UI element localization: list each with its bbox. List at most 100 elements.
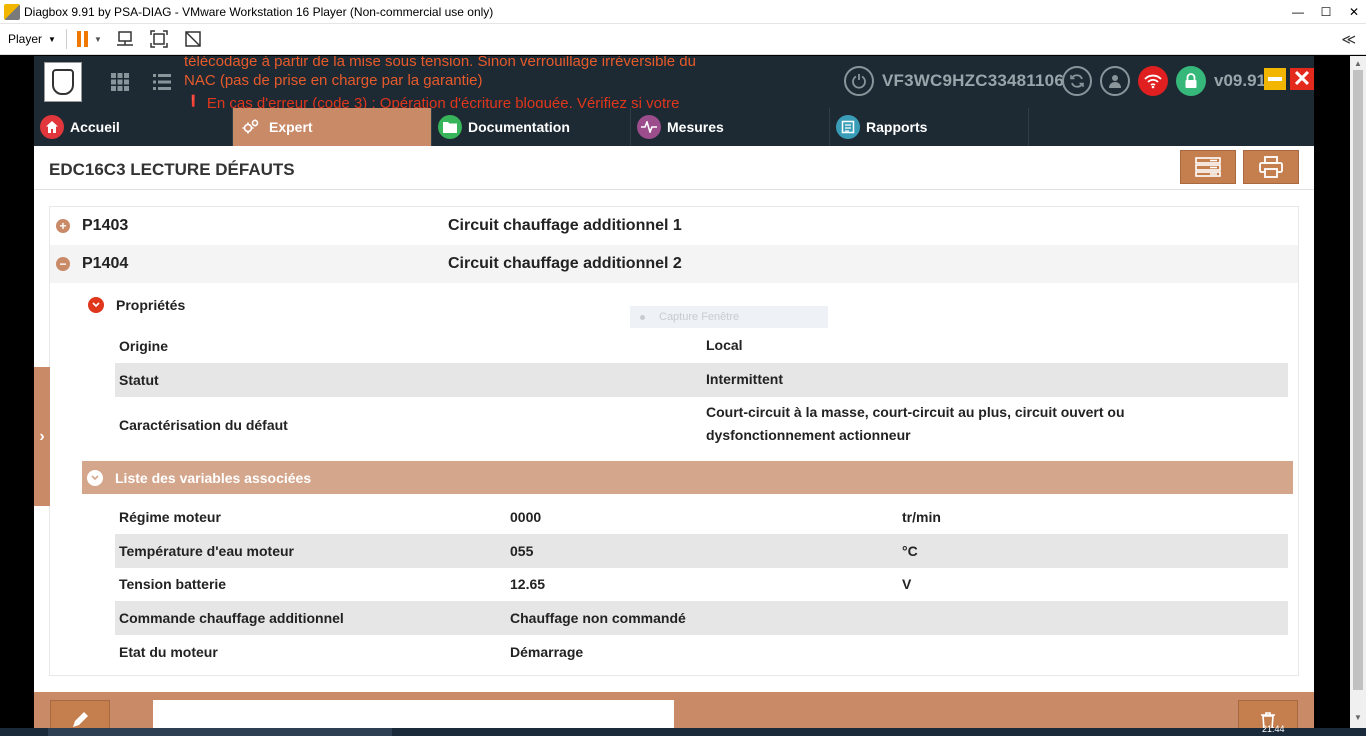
tab-accueil[interactable]: Accueil: [34, 108, 233, 146]
scroll-thumb[interactable]: [1353, 70, 1363, 690]
property-label: Statut: [119, 372, 159, 388]
variable-name: Régime moteur: [119, 509, 221, 525]
taskbar-clock: 21:44: [1262, 724, 1285, 734]
user-icon[interactable]: [1100, 66, 1130, 96]
header-message: télécodage à partir de la mise sous tens…: [184, 56, 804, 108]
send-ctrl-alt-del-icon[interactable]: [114, 28, 136, 50]
page-header: EDC16C3 LECTURE DÉFAUTS: [34, 146, 1314, 190]
app-minimize-button[interactable]: [1264, 68, 1286, 90]
grid-menu-icon[interactable]: [110, 72, 132, 94]
fault-code: P1403: [82, 217, 129, 234]
variable-row: Régime moteur 0000 tr/min: [115, 500, 1288, 534]
message-line: télécodage à partir de la mise sous tens…: [184, 56, 696, 70]
tab-label: Documentation: [468, 119, 570, 135]
power-icon[interactable]: [844, 66, 874, 96]
vm-scrollbar[interactable]: ▲ ▼: [1350, 56, 1366, 736]
guest-screen: télécodage à partir de la mise sous tens…: [0, 56, 1366, 736]
pause-icon[interactable]: [76, 31, 88, 47]
print-button[interactable]: [1243, 150, 1299, 184]
main-nav: Accueil Expert Documentation Mesures Rap…: [34, 108, 1314, 146]
lock-icon[interactable]: [1176, 66, 1206, 96]
vm-toolbar: Player ▼ ▼ ≪: [0, 24, 1366, 55]
list-view-icon: [1195, 157, 1221, 177]
property-label: Caractérisation du défaut: [119, 417, 288, 433]
variables-header[interactable]: Liste des variables associées: [82, 461, 1293, 494]
tab-documentation[interactable]: Documentation: [432, 108, 631, 146]
list-view-button[interactable]: [1180, 150, 1236, 184]
properties-header[interactable]: Propriétés: [88, 297, 185, 313]
pulse-icon: [637, 115, 661, 139]
variable-row: Tension batterie 12.65 V: [115, 567, 1288, 601]
variable-value: Chauffage non commandé: [510, 610, 686, 626]
wifi-icon[interactable]: [1138, 66, 1168, 96]
peugeot-logo: [44, 62, 82, 102]
chevron-down-icon[interactable]: ▼: [94, 35, 102, 44]
faults-panel: + P1403 Circuit chauffage additionnel 1 …: [49, 206, 1299, 676]
close-window-button[interactable]: ✕: [1342, 0, 1366, 24]
message-error: ❗ En cas d'erreur (code 3) : Opération d…: [184, 95, 680, 108]
property-value: dysfonctionnement actionneur: [706, 427, 911, 443]
properties-title: Propriétés: [116, 297, 186, 313]
chevron-down-icon[interactable]: [87, 469, 103, 486]
variable-row: Etat du moteur Démarrage: [115, 635, 1288, 669]
vin-number: VF3WC9HZC33481106: [882, 71, 1064, 90]
expand-icon[interactable]: +: [56, 219, 70, 233]
window-title: Diagbox 9.91 by PSA-DIAG - VMware Workst…: [24, 4, 494, 19]
variable-value: 055: [510, 543, 534, 559]
player-menu-label: Player: [8, 32, 43, 46]
tab-rapports[interactable]: Rapports: [830, 108, 1029, 146]
variable-value: 0000: [510, 509, 542, 525]
taskbar-search[interactable]: [48, 728, 392, 736]
message-line: NAC (pas de prise en charge par la garan…: [184, 72, 483, 89]
player-menu[interactable]: Player ▼: [8, 32, 56, 46]
tab-label: Accueil: [70, 119, 120, 135]
list-menu-icon[interactable]: [152, 72, 174, 94]
tab-expert[interactable]: Expert: [233, 108, 432, 146]
property-value: Local: [706, 337, 743, 353]
unity-mode-icon[interactable]: [182, 28, 204, 50]
variable-name: Température d'eau moteur: [119, 543, 294, 559]
page-title: EDC16C3 LECTURE DÉFAUTS: [49, 160, 295, 179]
property-value: Intermittent: [706, 371, 783, 387]
chevron-down-icon[interactable]: [88, 297, 104, 313]
fault-row[interactable]: − P1404 Circuit chauffage additionnel 2: [50, 245, 1298, 283]
printer-icon: [1259, 156, 1283, 178]
minimize-window-button[interactable]: —: [1286, 0, 1310, 24]
property-label: Origine: [119, 338, 169, 354]
variable-unit: °C: [902, 543, 918, 559]
capture-label: Capture Fenêtre: [659, 311, 740, 323]
capture-overlay: Capture Fenêtre: [630, 306, 828, 328]
property-row: Origine Local: [115, 329, 1288, 363]
variables-title: Liste des variables associées: [115, 469, 312, 486]
home-icon: [40, 115, 64, 139]
fullscreen-icon[interactable]: [148, 28, 170, 50]
dot-icon: [640, 314, 645, 320]
vin-area: VF3WC9HZC33481106: [844, 66, 1064, 96]
pencil-icon: [73, 712, 88, 727]
tab-label: Expert: [269, 119, 313, 135]
tab-label: Mesures: [667, 119, 724, 135]
tab-label: Rapports: [866, 119, 928, 135]
chevron-down-icon: ▼: [48, 34, 56, 44]
fault-code: P1404: [82, 255, 129, 272]
collapse-toolbar-icon[interactable]: ≪: [1341, 31, 1356, 48]
collapse-icon[interactable]: −: [56, 257, 70, 271]
variable-unit: V: [902, 576, 912, 592]
tab-mesures[interactable]: Mesures: [631, 108, 830, 146]
app-header: télécodage à partir de la mise sous tens…: [34, 56, 1314, 108]
scroll-up-icon[interactable]: ▲: [1350, 56, 1366, 70]
side-panel-toggle[interactable]: ›: [34, 367, 50, 506]
maximize-window-button[interactable]: ☐: [1314, 0, 1338, 24]
variable-unit: tr/min: [902, 509, 941, 525]
chevron-right-icon: ›: [39, 427, 45, 445]
diagbox-app-icon: [4, 3, 20, 20]
fault-description: Circuit chauffage additionnel 1: [448, 217, 682, 234]
app-close-button[interactable]: ✕: [1290, 68, 1314, 90]
fault-row[interactable]: + P1403 Circuit chauffage additionnel 1: [50, 207, 1298, 245]
scroll-down-icon[interactable]: ▼: [1350, 710, 1366, 724]
host-taskbar: 21:44: [0, 724, 1366, 736]
property-value: Court-circuit à la masse, court-circuit …: [706, 404, 1125, 420]
refresh-icon[interactable]: [1062, 66, 1092, 96]
property-row: Caractérisation du défaut Court-circuit …: [115, 397, 1288, 453]
variable-row: Température d'eau moteur 055 °C: [115, 534, 1288, 568]
